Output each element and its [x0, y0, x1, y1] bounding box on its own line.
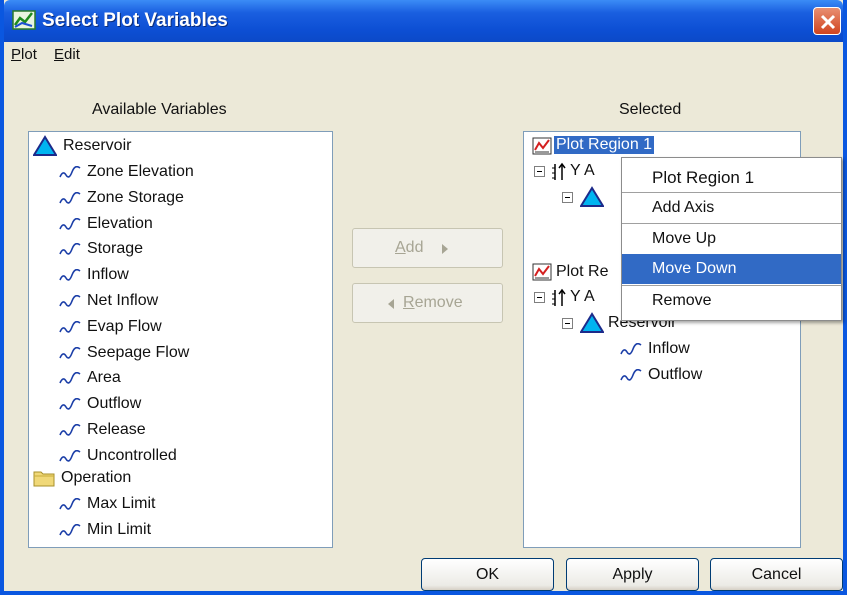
- tree-node-label: Y A: [570, 162, 595, 179]
- tree-leaf-label: Outflow: [87, 395, 142, 413]
- title-bar[interactable]: Select Plot Variables: [4, 0, 843, 42]
- add-button[interactable]: Add: [352, 228, 503, 268]
- folder-icon: [33, 471, 55, 487]
- tree-leaf-label: Zone Elevation: [87, 163, 194, 180]
- tree-leaf-label: Inflow: [87, 266, 129, 284]
- ok-button[interactable]: OK: [421, 558, 554, 591]
- close-icon: [820, 14, 836, 30]
- tree-node-label: Plot Re: [556, 263, 609, 280]
- tree-node-y-axis-2[interactable]: Y A: [532, 286, 632, 310]
- collapse-toggle[interactable]: [534, 292, 545, 303]
- triangle-icon: [33, 135, 57, 156]
- variable-wave-icon: [59, 295, 81, 307]
- available-variables-header: Available Variables: [92, 101, 227, 118]
- triangle-icon: [580, 186, 604, 207]
- tree-leaf-label: Seepage Flow: [87, 343, 190, 361]
- menu-item-remove[interactable]: Remove: [622, 286, 841, 316]
- remove-button[interactable]: Remove: [352, 283, 503, 323]
- cancel-button[interactable]: Cancel: [710, 558, 843, 591]
- add-label-rest: dd: [405, 239, 424, 256]
- apply-button[interactable]: Apply: [566, 558, 699, 591]
- tree-node-label: Y A: [570, 288, 595, 305]
- tree-leaf-label: Net Inflow: [87, 292, 159, 309]
- tree-node-y-axis-1[interactable]: Y A: [532, 160, 632, 184]
- collapse-toggle[interactable]: [562, 318, 573, 329]
- tree-leaf-label: Zone Storage: [87, 188, 184, 206]
- variable-wave-icon: [620, 368, 642, 381]
- tree-node-label: Plot Region 1: [554, 136, 655, 154]
- variable-wave-icon: [59, 498, 81, 510]
- plot-app-icon: [12, 10, 36, 30]
- tree-leaf-label: Storage: [87, 240, 144, 258]
- plot-region-icon: [532, 137, 552, 155]
- menu-item-add-axis[interactable]: Add Axis: [622, 193, 841, 223]
- window-title: Select Plot Variables: [42, 10, 228, 31]
- menu-item-move-up[interactable]: Move Up: [622, 224, 841, 254]
- triangle-icon: [580, 312, 604, 333]
- selected-header: Selected: [619, 101, 682, 118]
- variable-wave-icon: [59, 424, 81, 436]
- add-mnemonic: A: [395, 239, 406, 256]
- collapse-toggle[interactable]: [534, 166, 545, 177]
- tree-leaf-label: Uncontrolled: [87, 446, 177, 464]
- tree-node-label: Reservoir: [63, 137, 132, 154]
- available-variables-list[interactable]: Reservoir Zone Elevation Zone Storage Elev…: [28, 131, 333, 548]
- dialog-window: Select Plot Variables Plot Edit Availabl…: [0, 0, 847, 595]
- collapse-toggle[interactable]: [562, 192, 573, 203]
- variable-wave-icon: [59, 449, 81, 462]
- variable-wave-icon: [59, 191, 81, 204]
- variable-wave-icon: [59, 320, 81, 333]
- tree-node-reservoir-1[interactable]: [560, 186, 620, 210]
- menu-item-move-down[interactable]: Move Down: [622, 254, 841, 284]
- variable-wave-icon: [59, 243, 81, 256]
- variable-wave-icon: [59, 166, 81, 178]
- arrow-left-icon: [388, 299, 394, 309]
- tree-leaf-label: Inflow: [648, 340, 690, 357]
- variable-wave-icon: [59, 346, 81, 359]
- tree-leaf-label: Max Limit: [87, 495, 156, 512]
- menu-edit[interactable]: Edit: [54, 46, 80, 63]
- variable-wave-icon: [59, 269, 81, 281]
- tree-leaf-label: Min Limit: [87, 520, 152, 538]
- context-menu: Plot Region 1 Add Axis Move Up Move Down…: [621, 157, 842, 321]
- remove-mnemonic: R: [403, 294, 415, 311]
- context-menu-header: Plot Region 1: [652, 168, 755, 187]
- variable-wave-icon: [59, 523, 81, 536]
- tree-leaf-label: Elevation: [87, 214, 153, 232]
- variable-wave-icon: [59, 217, 81, 230]
- tree-leaf-label: Area: [87, 369, 121, 387]
- tree-leaf-label: Outflow: [648, 365, 703, 383]
- plot-region-icon: [532, 263, 552, 281]
- variable-wave-icon: [620, 343, 642, 355]
- y-axis-icon: [552, 162, 566, 180]
- variable-wave-icon: [59, 398, 81, 410]
- close-button[interactable]: [813, 7, 841, 35]
- tree-leaf-label: Evap Flow: [87, 317, 162, 335]
- menu-plot[interactable]: Plot: [11, 46, 37, 63]
- tree-leaf-label: Release: [87, 421, 146, 438]
- menu-bar: Plot Edit: [4, 42, 843, 68]
- arrow-right-icon: [442, 244, 448, 254]
- remove-label-rest: emove: [414, 294, 463, 311]
- variable-wave-icon: [59, 372, 81, 385]
- y-axis-icon: [552, 288, 566, 306]
- tree-node-label: Operation: [61, 469, 132, 486]
